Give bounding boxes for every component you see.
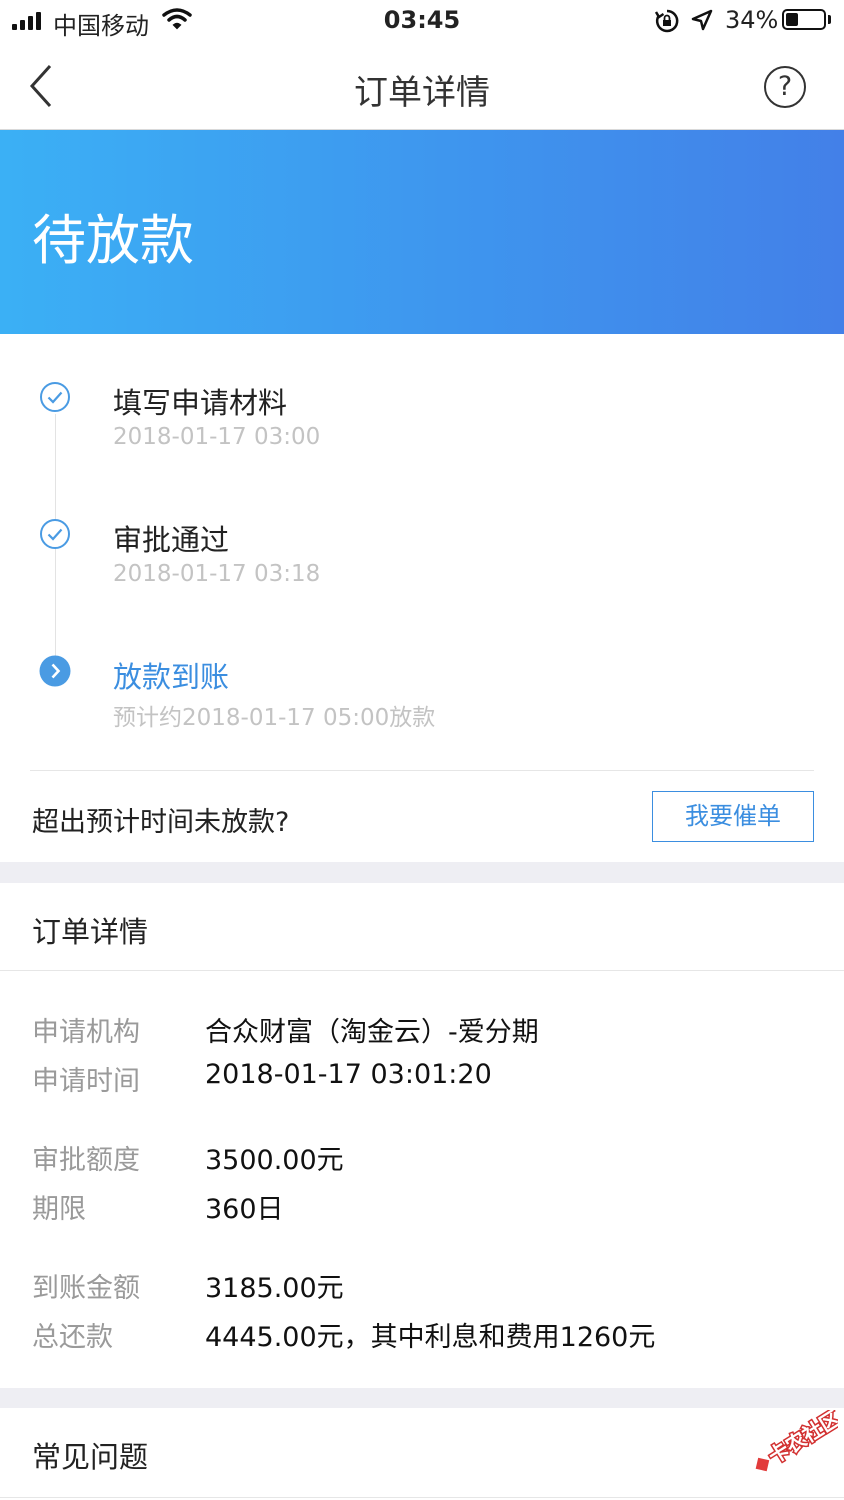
battery-tip bbox=[828, 15, 831, 24]
step-title: 审批通过 bbox=[113, 523, 230, 557]
watermark-text: 卡农社区 bbox=[764, 1410, 838, 1469]
detail-label: 申请机构 bbox=[32, 1017, 140, 1048]
clock: 03:45 bbox=[383, 6, 461, 34]
detail-value: 4445.00元，其中利息和费用1260元 bbox=[205, 1322, 656, 1353]
watermark-logo: 卡农社区 bbox=[755, 1410, 838, 1472]
section-gap bbox=[0, 862, 844, 883]
faq-title[interactable]: 常见问题 bbox=[32, 1434, 148, 1476]
chevron-right-circle-icon bbox=[39, 655, 71, 687]
page-title: 订单详情 bbox=[354, 73, 490, 113]
location-icon bbox=[691, 9, 713, 31]
nav-bar: 订单详情 ? bbox=[0, 44, 844, 130]
battery-percent: 34% bbox=[725, 6, 779, 34]
divider bbox=[0, 970, 844, 971]
detail-value: 合众财富（淘金云）-爱分期 bbox=[205, 1017, 539, 1048]
detail-row-term: 期限 360日 bbox=[0, 1187, 844, 1227]
status-bar: 中国移动 03:45 34% bbox=[0, 0, 844, 44]
urge-order-button[interactable]: 我要催单 bbox=[652, 791, 814, 842]
detail-label: 期限 bbox=[32, 1194, 86, 1225]
detail-value: 3500.00元 bbox=[205, 1145, 344, 1176]
detail-row-approved-amount: 审批额度 3500.00元 bbox=[0, 1138, 844, 1178]
order-details-title: 订单详情 bbox=[32, 915, 149, 949]
overdue-question: 超出预计时间未放款? bbox=[32, 807, 290, 838]
detail-value: 3185.00元 bbox=[205, 1273, 344, 1304]
battery-icon bbox=[782, 9, 826, 30]
help-button[interactable]: ? bbox=[764, 66, 806, 108]
question-icon: ? bbox=[777, 71, 793, 102]
order-status: 待放款 bbox=[32, 209, 194, 272]
divider bbox=[30, 770, 814, 771]
step-time: 预计约2018-01-17 05:00放款 bbox=[113, 705, 436, 731]
detail-label: 审批额度 bbox=[32, 1145, 140, 1176]
step-time: 2018-01-17 03:18 bbox=[113, 561, 321, 587]
detail-row-received-amount: 到账金额 3185.00元 bbox=[0, 1266, 844, 1306]
detail-label: 申请时间 bbox=[32, 1066, 140, 1097]
status-banner: 待放款 bbox=[0, 130, 844, 334]
detail-label: 到账金额 bbox=[32, 1273, 140, 1304]
detail-row-institution: 申请机构 合众财富（淘金云）-爱分期 bbox=[0, 1010, 844, 1050]
step-time: 2018-01-17 03:00 bbox=[113, 424, 321, 450]
step-title: 放款到账 bbox=[113, 660, 230, 694]
detail-value: 2018-01-17 03:01:20 bbox=[205, 1059, 492, 1090]
detail-value: 360日 bbox=[205, 1194, 284, 1225]
check-circle-icon bbox=[40, 519, 70, 549]
detail-row-apply-time: 申请时间 2018-01-17 03:01:20 bbox=[0, 1059, 844, 1099]
rotation-lock-icon bbox=[654, 9, 679, 33]
detail-row-total-repayment: 总还款 4445.00元，其中利息和费用1260元 bbox=[0, 1315, 844, 1355]
detail-label: 总还款 bbox=[32, 1322, 113, 1353]
divider bbox=[0, 1497, 844, 1498]
check-circle-icon bbox=[40, 382, 70, 412]
step-title: 填写申请材料 bbox=[113, 386, 288, 420]
section-gap bbox=[0, 1388, 844, 1408]
